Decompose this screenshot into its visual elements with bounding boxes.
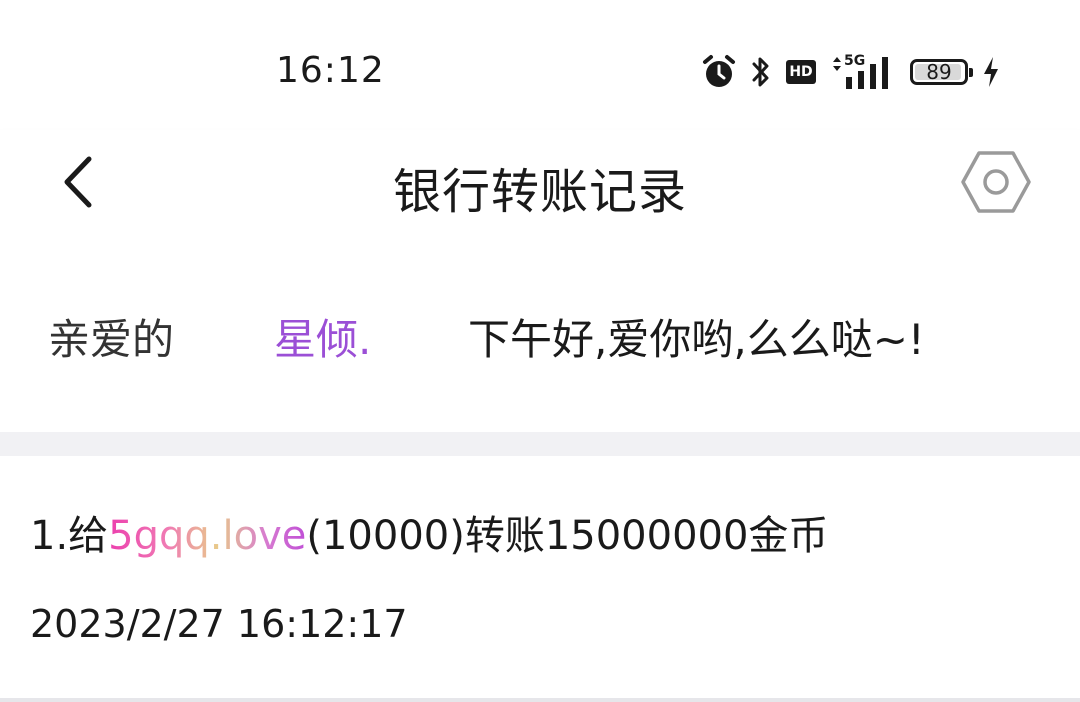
list-item[interactable]: 1.给5gqq.love(10000)转账15000000金币 2023/2/2… bbox=[0, 456, 1080, 700]
hd-icon: HD bbox=[786, 60, 816, 84]
record-prefix: 1.给 bbox=[30, 513, 109, 559]
record-description: 1.给5gqq.love(10000)转账15000000金币 bbox=[30, 512, 828, 560]
network-label: 5G bbox=[844, 53, 866, 69]
greeting-message: 下午好,爱你哟,么么哒~! bbox=[468, 315, 925, 364]
battery-level: 89 bbox=[926, 60, 952, 84]
hexagon-settings-icon bbox=[960, 150, 1032, 218]
bluetooth-icon bbox=[750, 55, 772, 89]
settings-button[interactable] bbox=[958, 146, 1034, 222]
charging-icon bbox=[982, 56, 1000, 88]
status-icons: HD 5G 89 bbox=[702, 52, 1000, 92]
page-title: 银行转账记录 bbox=[392, 164, 687, 220]
record-user[interactable]: 5gqq.love bbox=[108, 513, 306, 559]
record-timestamp: 2023/2/27 16:12:17 bbox=[30, 602, 408, 646]
record-suffix: (10000)转账15000000金币 bbox=[306, 513, 829, 559]
status-bar: 16:12 HD 5G 89 bbox=[0, 0, 1080, 130]
5g-signal-icon: 5G bbox=[830, 53, 896, 89]
nav-bar: 银行转账记录 bbox=[0, 130, 1080, 246]
greeting-banner: 亲爱的 星倾. 下午好,爱你哟,么么哒~! bbox=[0, 246, 1080, 432]
greeting-name: 星倾. bbox=[274, 315, 372, 364]
list-divider bbox=[0, 698, 1080, 702]
battery-icon: 89 bbox=[910, 59, 973, 85]
greeting-salutation: 亲爱的 bbox=[48, 315, 175, 364]
alarm-icon bbox=[702, 54, 736, 90]
status-time: 16:12 bbox=[276, 50, 385, 91]
section-divider bbox=[0, 432, 1080, 456]
